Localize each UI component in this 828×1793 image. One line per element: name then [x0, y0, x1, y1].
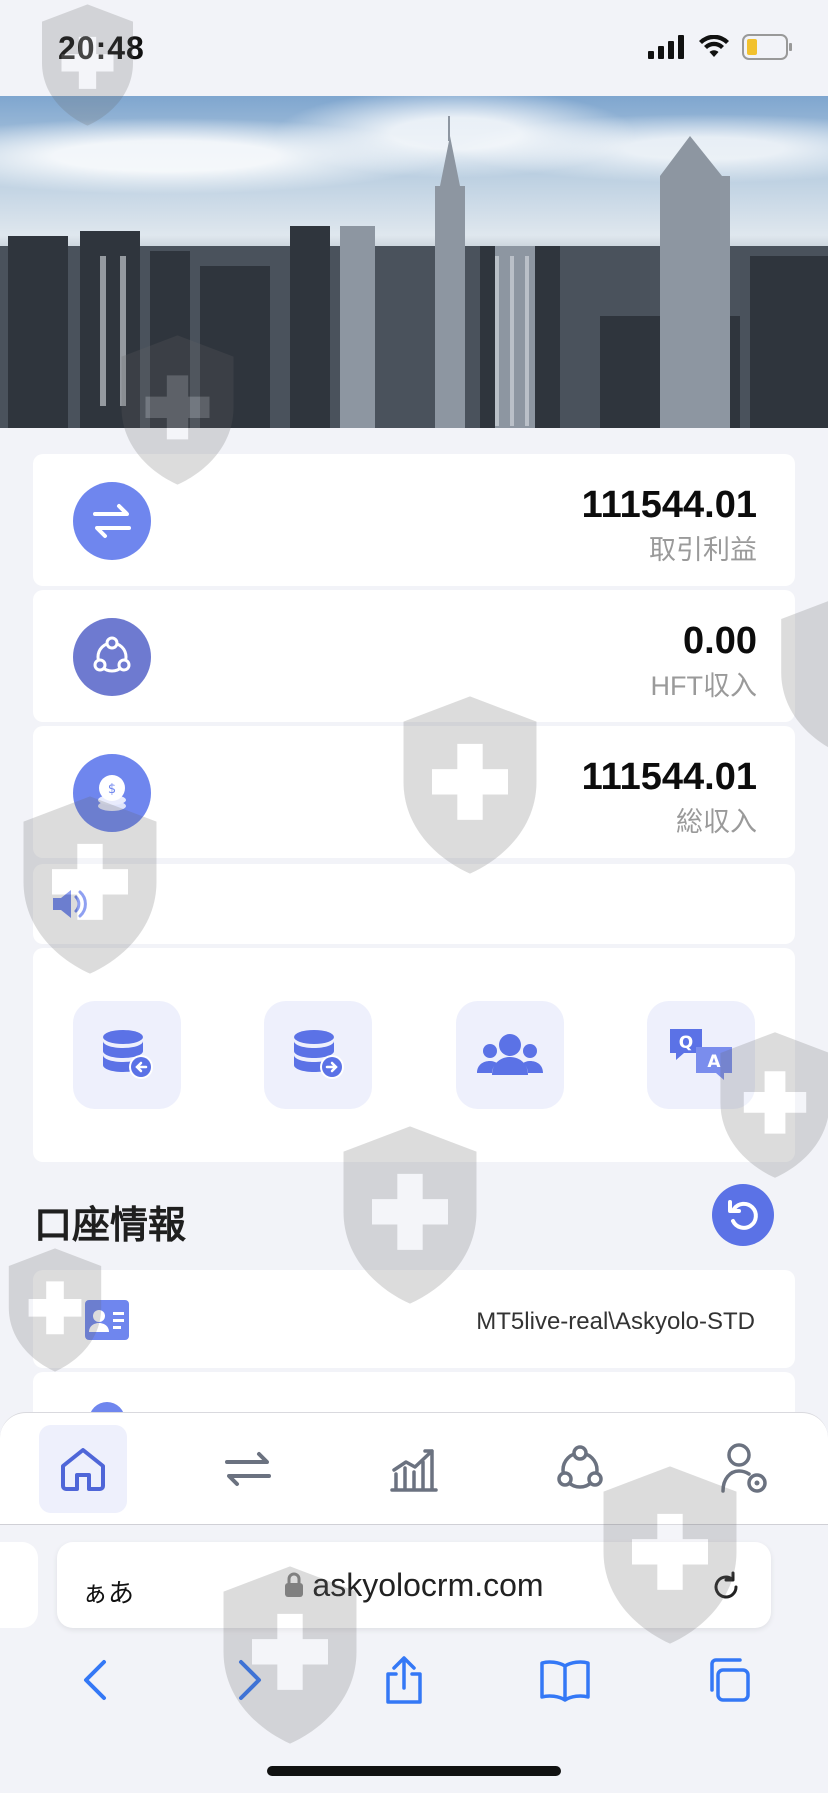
wifi-icon: [699, 35, 729, 57]
refresh-icon: [728, 1200, 758, 1230]
svg-text:Q: Q: [679, 1033, 693, 1053]
refresh-button[interactable]: [712, 1184, 774, 1246]
stat-card-trade-profit[interactable]: 111544.01 取引利益: [33, 454, 795, 586]
home-icon: [60, 1448, 105, 1491]
deposit-icon: [103, 1030, 153, 1079]
browser-nav-bar: [0, 1640, 828, 1720]
network-icon: [73, 618, 151, 696]
svg-text:$: $: [108, 782, 116, 797]
transfer-icon: [73, 482, 151, 560]
section-title-account: 口座情報: [34, 1205, 187, 1247]
back-icon[interactable]: [76, 1656, 116, 1704]
nav-transfer[interactable]: [204, 1425, 292, 1513]
status-time: 20:48: [58, 30, 145, 66]
id-card-icon: [85, 1300, 129, 1340]
user-settings-icon: [721, 1443, 767, 1493]
team-button[interactable]: [455, 1001, 564, 1109]
tabs-icon[interactable]: [704, 1656, 752, 1704]
reload-icon[interactable]: [709, 1570, 743, 1604]
home-indicator: [267, 1766, 561, 1776]
notice-bar[interactable]: [33, 864, 795, 944]
svg-text:A: A: [707, 1052, 721, 1072]
network-icon: [556, 1445, 603, 1489]
stat-value: 111544.01: [581, 484, 757, 526]
status-icons: [648, 34, 794, 60]
stat-card-hft-income[interactable]: 0.00 HFT収入: [33, 590, 795, 722]
stat-value: 0.00: [683, 620, 757, 662]
url-text: askyolocrm.com: [312, 1567, 544, 1603]
account-server-row[interactable]: MT5live-real\Askyolo-STD: [33, 1270, 795, 1368]
nav-network[interactable]: [536, 1425, 624, 1513]
signal-icon: [648, 35, 684, 59]
stat-value: 111544.01: [581, 756, 757, 798]
url-display[interactable]: askyolocrm.com: [0, 1567, 828, 1604]
stat-label: 総収入: [676, 807, 757, 837]
bookmarks-icon[interactable]: [539, 1658, 591, 1702]
quick-actions: QA: [33, 948, 795, 1162]
stat-label: 取引利益: [649, 535, 757, 565]
chart-icon: [390, 1449, 438, 1492]
account-server-value: MT5live-real\Askyolo-STD: [476, 1308, 755, 1335]
qa-icon: QA: [669, 1029, 732, 1080]
deposit-button[interactable]: [73, 1001, 181, 1109]
share-icon[interactable]: [382, 1654, 426, 1706]
forward-icon[interactable]: [229, 1656, 269, 1704]
qa-button[interactable]: QA: [646, 1001, 755, 1109]
nav-chart[interactable]: [370, 1425, 458, 1513]
team-icon: [476, 1034, 543, 1075]
nav-home[interactable]: [38, 1425, 127, 1513]
battery-icon: [742, 34, 792, 60]
coins-icon: $: [73, 754, 151, 832]
withdraw-button[interactable]: [264, 1001, 373, 1109]
withdraw-icon: [294, 1030, 345, 1079]
stat-label: HFT収入: [650, 671, 757, 701]
nav-user-settings[interactable]: [701, 1425, 789, 1513]
lock-icon: [285, 1572, 304, 1597]
bottom-nav: [0, 1412, 828, 1525]
transfer-icon: [225, 1452, 272, 1486]
stat-card-total-income[interactable]: $ 111544.01 総収入: [33, 726, 795, 858]
city-banner: [0, 96, 828, 428]
speaker-icon: [53, 890, 87, 918]
